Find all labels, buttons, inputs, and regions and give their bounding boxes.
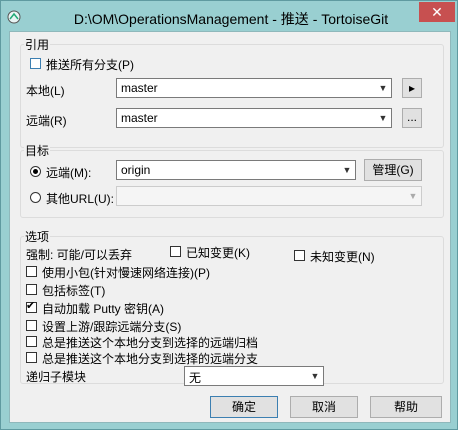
local-branch-arrow-button[interactable]: ▸ xyxy=(402,78,422,98)
destination-group-title: 目标 xyxy=(24,142,51,159)
other-url-radio-label: 其他URL(U): xyxy=(46,192,114,206)
known-changes-label: 已知变更(K) xyxy=(186,246,250,260)
force-label: 强制: 可能/可以丢弃 xyxy=(26,248,133,262)
remote-name-combo[interactable]: origin ▼ xyxy=(116,160,356,180)
local-branch-combo[interactable]: master ▼ xyxy=(116,78,392,98)
remote-branch-combo[interactable]: master ▼ xyxy=(116,108,392,128)
recurse-submodules-label: 递归子模块 xyxy=(26,370,87,384)
chevron-down-icon: ▼ xyxy=(310,371,320,381)
recurse-submodules-value: 无 xyxy=(189,371,202,385)
chevron-down-icon: ▼ xyxy=(378,113,388,123)
chevron-down-icon: ▼ xyxy=(342,165,352,175)
remote-branch-browse-button[interactable]: ... xyxy=(402,108,422,128)
local-branch-value: master xyxy=(121,81,158,95)
always-push-remote-tag-label: 总是推送这个本地分支到选择的远端归档 xyxy=(42,336,259,350)
remote-label: 远端(R) xyxy=(26,114,67,128)
remote-branch-value: master xyxy=(121,111,158,125)
options-group-title: 选项 xyxy=(24,228,51,245)
push-dialog: D:\OM\OperationsManagement - 推送 - Tortoi… xyxy=(0,0,458,430)
other-url-combo[interactable]: ▼ xyxy=(116,186,422,206)
close-button[interactable]: ✕ xyxy=(419,2,455,22)
window-title: D:\OM\OperationsManagement - 推送 - Tortoi… xyxy=(73,11,389,27)
include-tags-checkbox[interactable] xyxy=(26,284,37,295)
dialog-client-area: 引用 推送所有分支(P) 本地(L) master ▼ ▸ 远端(R) mast… xyxy=(9,31,451,423)
manage-button[interactable]: 管理(G) xyxy=(364,159,422,181)
local-label: 本地(L) xyxy=(26,84,65,98)
checkmark-icon: ✔ xyxy=(26,300,36,312)
set-upstream-checkbox[interactable] xyxy=(26,320,37,331)
ok-button[interactable]: 确定 xyxy=(210,396,278,418)
set-upstream-label: 设置上游/跟踪远端分支(S) xyxy=(42,320,182,334)
remote-name-value: origin xyxy=(121,163,151,177)
ref-group-title: 引用 xyxy=(24,36,51,53)
unknown-changes-label: 未知变更(N) xyxy=(310,250,375,264)
chevron-down-icon: ▼ xyxy=(378,83,388,93)
include-tags-label: 包括标签(T) xyxy=(42,284,106,298)
tortoisegit-icon xyxy=(7,10,21,24)
ellipsis-icon: ... xyxy=(406,110,417,124)
remote-radio-label: 远端(M): xyxy=(46,166,92,180)
arrow-right-icon: ▸ xyxy=(408,81,416,95)
always-push-remote-branch-checkbox[interactable] xyxy=(26,352,37,363)
radio-selected-dot xyxy=(33,169,38,174)
autoload-putty-label: 自动加载 Putty 密钥(A) xyxy=(42,302,165,316)
cancel-button[interactable]: 取消 xyxy=(290,396,358,418)
close-icon: ✕ xyxy=(431,4,443,20)
help-button[interactable]: 帮助 xyxy=(370,396,442,418)
known-changes-checkbox[interactable] xyxy=(170,246,181,257)
always-push-remote-tag-checkbox[interactable] xyxy=(26,336,37,347)
always-push-remote-branch-label: 总是推送这个本地分支到选择的远端分支 xyxy=(42,352,259,366)
recurse-submodules-combo[interactable]: 无 ▼ xyxy=(184,366,324,386)
autoload-putty-checkbox[interactable]: ✔ xyxy=(26,300,37,313)
remote-radio[interactable] xyxy=(30,166,41,177)
chevron-down-icon: ▼ xyxy=(408,191,418,201)
other-url-radio[interactable] xyxy=(30,192,41,203)
push-all-branches-checkbox[interactable] xyxy=(30,58,41,69)
thin-pack-checkbox[interactable] xyxy=(26,266,37,277)
push-all-branches-label: 推送所有分支(P) xyxy=(46,58,134,72)
unknown-changes-checkbox[interactable] xyxy=(294,250,305,261)
thin-pack-label: 使用小包(针对慢速网络连接)(P) xyxy=(42,266,210,280)
title-bar[interactable]: D:\OM\OperationsManagement - 推送 - Tortoi… xyxy=(1,1,457,31)
